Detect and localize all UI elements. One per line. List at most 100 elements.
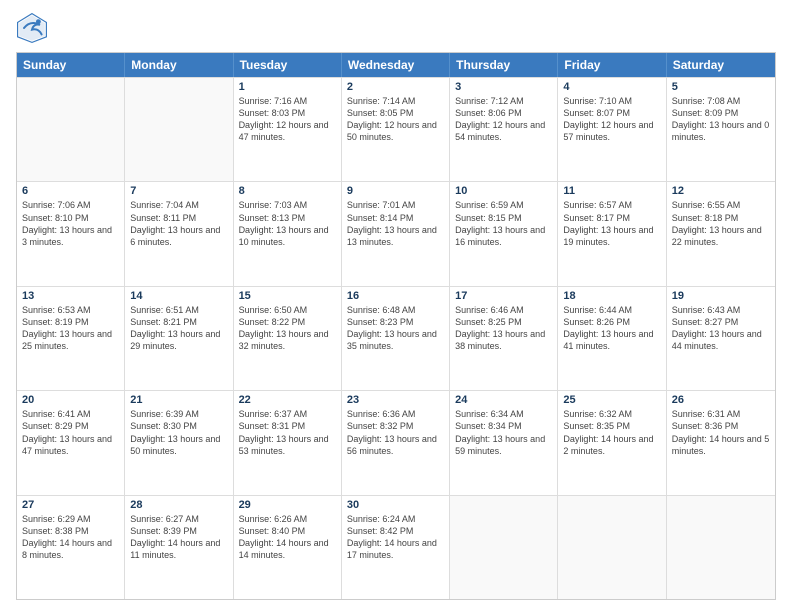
day-info: Sunrise: 6:29 AM Sunset: 8:38 PM Dayligh… [22, 513, 119, 562]
calendar-cell: 19 Sunrise: 6:43 AM Sunset: 8:27 PM Dayli… [667, 287, 775, 390]
calendar-cell: 26Sunrise: 6:31 AM Sunset: 8:36 PM Dayli… [667, 391, 775, 494]
day-number: 21 [130, 394, 227, 406]
day-info: Sunrise: 6:46 AM Sunset: 8:25 PM Dayligh… [455, 304, 552, 353]
day-info: Sunrise: 6:27 AM Sunset: 8:39 PM Dayligh… [130, 513, 227, 562]
day-number: 6 [22, 185, 119, 197]
day-number: 10 [455, 185, 552, 197]
calendar-cell: 30Sunrise: 6:24 AM Sunset: 8:42 PM Dayli… [342, 496, 450, 599]
day-number: 24 [455, 394, 552, 406]
day-info: Sunrise: 6:55 AM Sunset: 8:18 PM Dayligh… [672, 199, 770, 248]
day-info: Sunrise: 7:03 AM Sunset: 8:13 PM Dayligh… [239, 199, 336, 248]
calendar-cell: 15 Sunrise: 6:50 AM Sunset: 8:22 PM Dayli… [234, 287, 342, 390]
day-number: 26 [672, 394, 770, 406]
day-info: Sunrise: 7:12 AM Sunset: 8:06 PM Dayligh… [455, 95, 552, 144]
calendar-cell: 13 Sunrise: 6:53 AM Sunset: 8:19 PM Dayli… [17, 287, 125, 390]
day-number: 9 [347, 185, 444, 197]
day-number: 3 [455, 81, 552, 93]
day-number: 4 [563, 81, 660, 93]
calendar-cell: 29 Sunrise: 6:26 AM Sunset: 8:40 PM Dayli… [234, 496, 342, 599]
day-number: 30 [347, 499, 444, 511]
calendar-cell: 27Sunrise: 6:29 AM Sunset: 8:38 PM Dayli… [17, 496, 125, 599]
calendar-cell: 11 Sunrise: 6:57 AM Sunset: 8:17 PM Dayli… [558, 182, 666, 285]
calendar-cell: 22 Sunrise: 6:37 AM Sunset: 8:31 PM Dayli… [234, 391, 342, 494]
header-day-sunday: Sunday [17, 53, 125, 77]
day-info: Sunrise: 7:04 AM Sunset: 8:11 PM Dayligh… [130, 199, 227, 248]
day-number: 17 [455, 290, 552, 302]
calendar-cell: 25 Sunrise: 6:32 AM Sunset: 8:35 PM Dayli… [558, 391, 666, 494]
day-info: Sunrise: 7:01 AM Sunset: 8:14 PM Dayligh… [347, 199, 444, 248]
header [16, 12, 776, 44]
day-number: 13 [22, 290, 119, 302]
day-info: Sunrise: 6:37 AM Sunset: 8:31 PM Dayligh… [239, 408, 336, 457]
logo-icon [16, 12, 48, 44]
day-number: 7 [130, 185, 227, 197]
calendar-cell: 23 Sunrise: 6:36 AM Sunset: 8:32 PM Dayli… [342, 391, 450, 494]
header-day-wednesday: Wednesday [342, 53, 450, 77]
calendar-cell: 9 Sunrise: 7:01 AM Sunset: 8:14 PM Daylig… [342, 182, 450, 285]
calendar-cell: 16 Sunrise: 6:48 AM Sunset: 8:23 PM Dayli… [342, 287, 450, 390]
day-number: 29 [239, 499, 336, 511]
calendar-cell [17, 78, 125, 181]
calendar-cell: 6 Sunrise: 7:06 AM Sunset: 8:10 PM Daylig… [17, 182, 125, 285]
calendar-cell: 8 Sunrise: 7:03 AM Sunset: 8:13 PM Daylig… [234, 182, 342, 285]
calendar-cell: 21 Sunrise: 6:39 AM Sunset: 8:30 PM Dayli… [125, 391, 233, 494]
day-number: 2 [347, 81, 444, 93]
calendar-cell: 5Sunrise: 7:08 AM Sunset: 8:09 PM Daylig… [667, 78, 775, 181]
calendar-row-4: 27Sunrise: 6:29 AM Sunset: 8:38 PM Dayli… [17, 495, 775, 599]
day-info: Sunrise: 6:48 AM Sunset: 8:23 PM Dayligh… [347, 304, 444, 353]
header-day-monday: Monday [125, 53, 233, 77]
calendar-cell: 1Sunrise: 7:16 AM Sunset: 8:03 PM Daylig… [234, 78, 342, 181]
calendar-cell: 17 Sunrise: 6:46 AM Sunset: 8:25 PM Dayli… [450, 287, 558, 390]
calendar-cell [667, 496, 775, 599]
day-info: Sunrise: 6:41 AM Sunset: 8:29 PM Dayligh… [22, 408, 119, 457]
day-info: Sunrise: 6:50 AM Sunset: 8:22 PM Dayligh… [239, 304, 336, 353]
header-day-thursday: Thursday [450, 53, 558, 77]
day-info: Sunrise: 7:10 AM Sunset: 8:07 PM Dayligh… [563, 95, 660, 144]
day-number: 25 [563, 394, 660, 406]
calendar-cell: 24 Sunrise: 6:34 AM Sunset: 8:34 PM Dayli… [450, 391, 558, 494]
day-info: Sunrise: 6:36 AM Sunset: 8:32 PM Dayligh… [347, 408, 444, 457]
calendar-row-1: 6 Sunrise: 7:06 AM Sunset: 8:10 PM Daylig… [17, 181, 775, 285]
day-info: Sunrise: 6:53 AM Sunset: 8:19 PM Dayligh… [22, 304, 119, 353]
day-info: Sunrise: 6:32 AM Sunset: 8:35 PM Dayligh… [563, 408, 660, 457]
calendar-cell [450, 496, 558, 599]
header-day-saturday: Saturday [667, 53, 775, 77]
calendar-cell: 2 Sunrise: 7:14 AM Sunset: 8:05 PM Daylig… [342, 78, 450, 181]
page: SundayMondayTuesdayWednesdayThursdayFrid… [0, 0, 792, 612]
day-number: 22 [239, 394, 336, 406]
day-number: 15 [239, 290, 336, 302]
calendar-row-3: 20 Sunrise: 6:41 AM Sunset: 8:29 PM Dayli… [17, 390, 775, 494]
day-info: Sunrise: 6:26 AM Sunset: 8:40 PM Dayligh… [239, 513, 336, 562]
day-number: 1 [239, 81, 336, 93]
day-info: Sunrise: 6:34 AM Sunset: 8:34 PM Dayligh… [455, 408, 552, 457]
day-info: Sunrise: 6:51 AM Sunset: 8:21 PM Dayligh… [130, 304, 227, 353]
calendar-cell: 12Sunrise: 6:55 AM Sunset: 8:18 PM Dayli… [667, 182, 775, 285]
calendar-cell [558, 496, 666, 599]
day-number: 8 [239, 185, 336, 197]
calendar-cell: 28 Sunrise: 6:27 AM Sunset: 8:39 PM Dayli… [125, 496, 233, 599]
logo [16, 12, 52, 44]
day-info: Sunrise: 6:44 AM Sunset: 8:26 PM Dayligh… [563, 304, 660, 353]
calendar-cell: 18Sunrise: 6:44 AM Sunset: 8:26 PM Dayli… [558, 287, 666, 390]
day-number: 16 [347, 290, 444, 302]
day-info: Sunrise: 6:43 AM Sunset: 8:27 PM Dayligh… [672, 304, 770, 353]
calendar-cell: 10Sunrise: 6:59 AM Sunset: 8:15 PM Dayli… [450, 182, 558, 285]
day-number: 28 [130, 499, 227, 511]
day-info: Sunrise: 7:14 AM Sunset: 8:05 PM Dayligh… [347, 95, 444, 144]
calendar-cell: 20 Sunrise: 6:41 AM Sunset: 8:29 PM Dayli… [17, 391, 125, 494]
day-number: 5 [672, 81, 770, 93]
day-number: 23 [347, 394, 444, 406]
day-info: Sunrise: 7:06 AM Sunset: 8:10 PM Dayligh… [22, 199, 119, 248]
calendar-row-0: 1Sunrise: 7:16 AM Sunset: 8:03 PM Daylig… [17, 77, 775, 181]
calendar: SundayMondayTuesdayWednesdayThursdayFrid… [16, 52, 776, 600]
calendar-cell [125, 78, 233, 181]
calendar-body: 1Sunrise: 7:16 AM Sunset: 8:03 PM Daylig… [17, 77, 775, 599]
day-info: Sunrise: 6:39 AM Sunset: 8:30 PM Dayligh… [130, 408, 227, 457]
day-info: Sunrise: 6:57 AM Sunset: 8:17 PM Dayligh… [563, 199, 660, 248]
day-number: 20 [22, 394, 119, 406]
day-number: 19 [672, 290, 770, 302]
calendar-header: SundayMondayTuesdayWednesdayThursdayFrid… [17, 53, 775, 77]
day-number: 11 [563, 185, 660, 197]
calendar-cell: 7 Sunrise: 7:04 AM Sunset: 8:11 PM Daylig… [125, 182, 233, 285]
header-day-friday: Friday [558, 53, 666, 77]
